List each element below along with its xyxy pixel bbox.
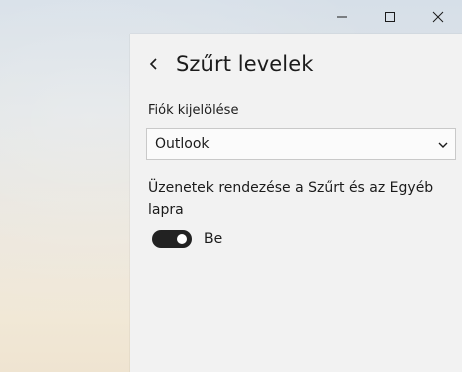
- focused-inbox-description: Üzenetek rendezése a Szűrt és az Egyéb l…: [148, 180, 434, 218]
- maximize-icon: [385, 12, 395, 22]
- page-title: Szűrt levelek: [176, 52, 314, 76]
- window-controls: [318, 0, 462, 34]
- account-select-label: Fiók kijelölése: [148, 103, 239, 118]
- maximize-button[interactable]: [366, 0, 414, 34]
- account-select[interactable]: Outlook: [146, 128, 456, 160]
- close-icon: [432, 11, 444, 23]
- account-select-value: Outlook: [155, 136, 210, 152]
- back-button[interactable]: [148, 49, 170, 79]
- chevron-left-icon: [149, 58, 157, 70]
- focused-inbox-toggle[interactable]: [152, 230, 192, 248]
- focused-inbox-toggle-row: Be: [152, 230, 222, 248]
- minimize-icon: [337, 16, 347, 18]
- toggle-knob: [177, 234, 187, 244]
- panel-header: Szűrt levelek: [148, 46, 314, 82]
- toggle-state-label: Be: [204, 231, 223, 247]
- chevron-down-icon: [438, 142, 448, 148]
- close-button[interactable]: [414, 0, 462, 34]
- minimize-button[interactable]: [318, 0, 366, 34]
- settings-panel: Szűrt levelek Fiók kijelölése Outlook Üz…: [130, 34, 462, 372]
- mail-app-window: Szűrt levelek Fiók kijelölése Outlook Üz…: [0, 0, 462, 372]
